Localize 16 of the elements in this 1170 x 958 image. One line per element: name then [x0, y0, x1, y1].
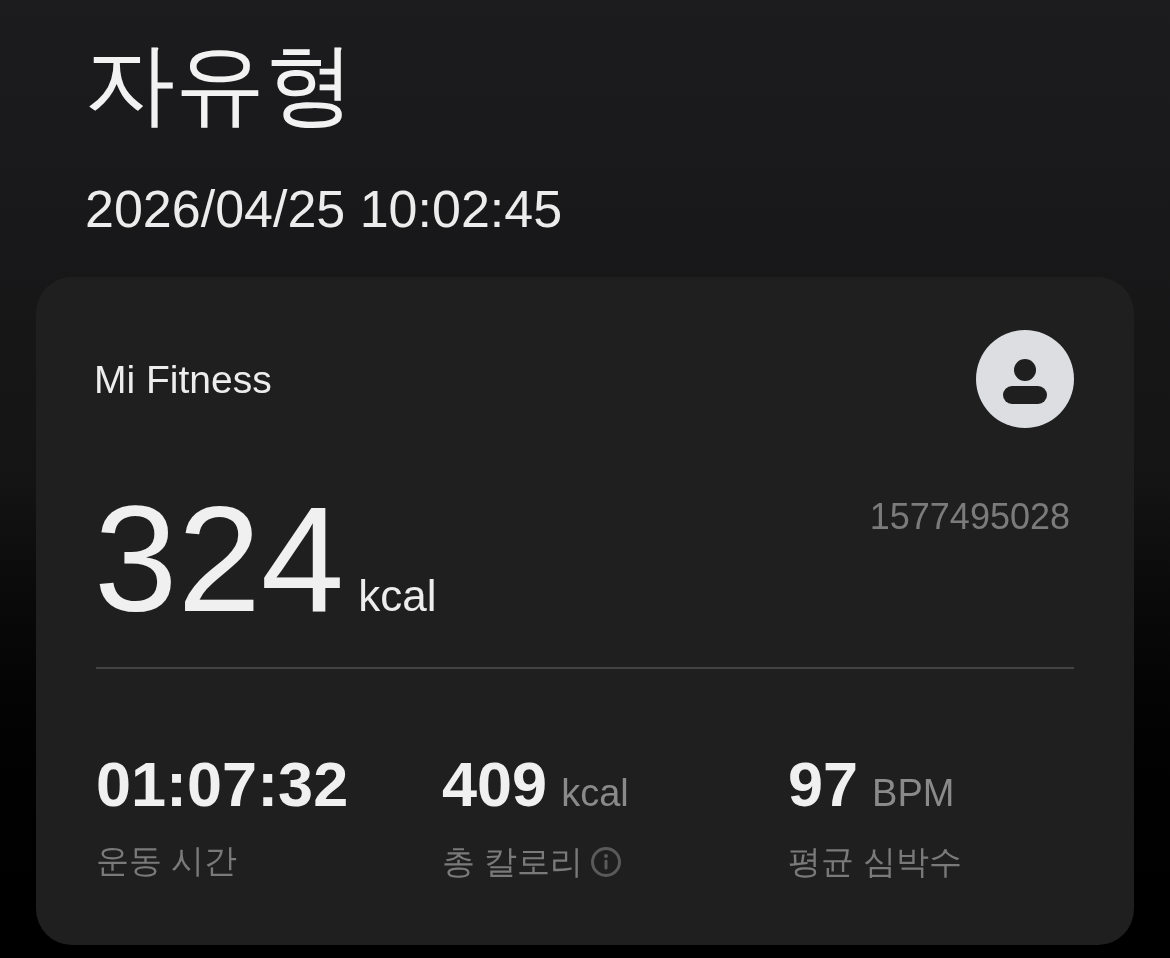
stat-unit: BPM	[872, 771, 955, 815]
source-app-name: Mi Fitness	[94, 357, 272, 403]
stat-label: 운동 시간	[96, 841, 238, 881]
stat-unit: kcal	[561, 771, 629, 815]
stat-value: 409	[442, 754, 548, 814]
workout-title: 자유형	[85, 33, 355, 136]
workout-datetime: 2026/04/25 10:02:45	[85, 179, 563, 239]
info-icon[interactable]	[591, 847, 622, 877]
avatar-icon	[976, 330, 1074, 428]
stat-label: 평균 심박수	[788, 842, 963, 882]
stat-value: 01:07:32	[96, 754, 349, 814]
stat-label: 총 칼로리	[442, 842, 584, 882]
calories-value: 324	[94, 494, 345, 624]
device-id: 1577495028	[869, 496, 1070, 538]
stat-value: 97	[788, 754, 859, 814]
calories-unit: kcal	[358, 571, 437, 621]
